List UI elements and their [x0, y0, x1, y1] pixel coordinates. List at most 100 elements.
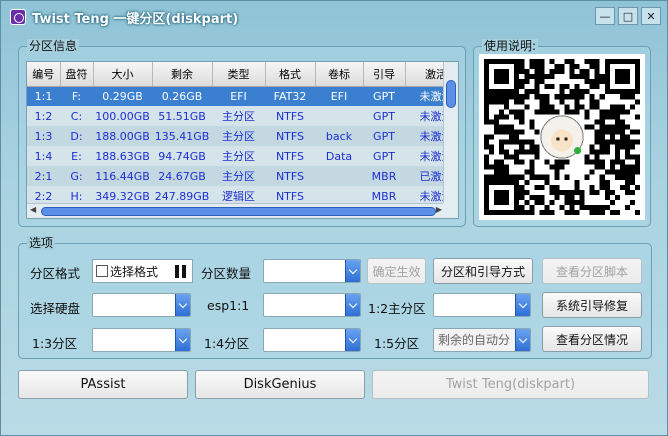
horizontal-scrollbar[interactable]: ◀ ▶: [27, 203, 445, 218]
minimize-button[interactable]: —: [595, 7, 615, 25]
table-cell: F:: [60, 86, 93, 106]
confirm-button[interactable]: 确定生效: [367, 258, 426, 284]
boot-repair-button[interactable]: 系统引导修复: [542, 292, 642, 318]
title-bar[interactable]: Twist Teng 一键分区(diskpart) — □ ✕: [1, 1, 667, 33]
table-cell: MBR: [363, 166, 405, 186]
table-cell: 24.67GB: [152, 166, 212, 186]
usage-label: 使用说明:: [482, 39, 539, 53]
column-header[interactable]: 卷标: [315, 62, 364, 87]
table-cell: 135.41GB: [152, 126, 212, 146]
table-cell: GPT: [363, 86, 405, 106]
primary-partition-2-select[interactable]: [433, 293, 531, 317]
table-cell: 188.63GB: [93, 146, 152, 166]
view-partitions-button[interactable]: 查看分区情况: [542, 326, 642, 352]
table-cell: FAT32: [265, 86, 315, 106]
table-cell: D:: [60, 126, 93, 146]
table-cell: 1:4: [27, 146, 60, 166]
table-cell: back: [315, 126, 363, 146]
table-cell: GPT: [363, 146, 405, 166]
qr-finder-center: [494, 69, 510, 85]
table-cell: 0.26GB: [152, 86, 212, 106]
chevron-down-icon[interactable]: [345, 294, 360, 316]
maximize-button[interactable]: □: [618, 7, 638, 25]
partition-table[interactable]: 编号 盘符 大小 剩余 类型 格式 卷标 引导 激活 1:1 F: 0.29GB 0.…: [26, 61, 459, 219]
partition-4-label: 1:4分区: [204, 336, 250, 351]
table-row[interactable]: 1:2 C: 100.00GB 51.51GB 主分区 NTFS GPT 未激活: [27, 106, 458, 126]
table-row[interactable]: 1:3 D: 188.00GB 135.41GB 主分区 NTFS back GPT 未激活: [27, 126, 458, 146]
column-header[interactable]: 盘符: [60, 62, 94, 87]
table-row[interactable]: 1:4 E: 188.63GB 94.74GB 主分区 NTFS Data GPT 未激活: [27, 146, 458, 166]
column-header[interactable]: 格式: [265, 62, 316, 87]
chevron-down-icon[interactable]: [515, 329, 530, 351]
column-header[interactable]: 类型: [212, 62, 266, 87]
window-title: Twist Teng 一键分区(diskpart): [32, 11, 239, 27]
table-cell: [315, 166, 363, 186]
table-cell: NTFS: [265, 106, 315, 126]
scroll-left-arrow-icon[interactable]: ◀: [30, 205, 36, 214]
pause-icon[interactable]: [175, 265, 187, 278]
table-cell: EFI: [315, 86, 363, 106]
table-cell: EFI: [212, 86, 265, 106]
scroll-corner: [443, 203, 458, 218]
diskgenius-button[interactable]: DiskGenius: [195, 370, 365, 399]
esp-size-select[interactable]: [263, 293, 361, 317]
chevron-down-icon[interactable]: [345, 260, 360, 282]
vertical-scrollbar[interactable]: [443, 62, 458, 203]
select-format-label: 选择格式: [110, 264, 159, 279]
qr-code-icon: [484, 59, 640, 215]
table-cell: 主分区: [212, 106, 265, 126]
table-header-row: 编号 盘符 大小 剩余 类型 格式 卷标 引导 激活: [27, 62, 458, 87]
partition-4-select[interactable]: [263, 328, 361, 352]
table-cell: 188.00GB: [93, 126, 152, 146]
table-cell: 51.51GB: [152, 106, 212, 126]
scroll-right-arrow-icon[interactable]: ▶: [436, 205, 442, 214]
column-header[interactable]: 大小: [93, 62, 153, 87]
view-partition-script-button[interactable]: 查看分区脚本: [542, 258, 642, 284]
chevron-down-icon[interactable]: [515, 294, 530, 316]
partition-format-label: 分区格式: [30, 266, 81, 281]
column-header[interactable]: 剩余: [152, 62, 213, 87]
chevron-down-icon[interactable]: [345, 329, 360, 351]
table-cell: 0.29GB: [93, 86, 152, 106]
chevron-down-icon[interactable]: [175, 294, 190, 316]
table-cell: Data: [315, 146, 363, 166]
table-cell: G:: [60, 166, 93, 186]
partition-3-select[interactable]: [92, 328, 191, 352]
table-cell: 1:2: [27, 106, 60, 126]
close-button[interactable]: ✕: [641, 7, 661, 25]
options-label: 选项: [27, 236, 56, 250]
partition-5-select[interactable]: 剩余的自动分: [433, 328, 531, 352]
table-row[interactable]: 2:1 G: 116.44GB 24.67GB 主分区 NTFS MBR 已激活: [27, 166, 458, 186]
table-cell: NTFS: [265, 126, 315, 146]
app-logo-icon: [10, 9, 26, 25]
table-row[interactable]: 1:1 F: 0.29GB 0.26GB EFI FAT32 EFI GPT 未激活: [27, 86, 458, 106]
chevron-down-icon[interactable]: [175, 329, 190, 351]
table-cell: C:: [60, 106, 93, 126]
table-cell: 1:1: [27, 86, 60, 106]
table-cell: 主分区: [212, 146, 265, 166]
table-cell: 1:3: [27, 126, 60, 146]
partition-boot-mode-button[interactable]: 分区和引导方式: [433, 258, 533, 284]
primary-partition-2-label: 1:2主分区: [368, 301, 426, 316]
partition-5-label: 1:5分区: [374, 336, 420, 351]
column-header[interactable]: 引导: [363, 62, 406, 87]
table-cell: 100.00GB: [93, 106, 152, 126]
table-cell: 2:1: [27, 166, 60, 186]
partition-3-label: 1:3分区: [32, 336, 78, 351]
app-window: Twist Teng 一键分区(diskpart) — □ ✕ 分区信息 编号 …: [0, 0, 668, 436]
select-format-checkbox[interactable]: [96, 265, 108, 277]
qr-code-image: [479, 54, 645, 220]
partition-info-label: 分区信息: [27, 39, 80, 53]
select-disk-select[interactable]: [92, 293, 191, 317]
select-format-field[interactable]: 选择格式: [92, 259, 193, 283]
table-cell: E:: [60, 146, 93, 166]
table-cell: 主分区: [212, 126, 265, 146]
table-cell: NTFS: [265, 166, 315, 186]
passist-button[interactable]: PAssist: [18, 370, 188, 399]
table-cell: GPT: [363, 106, 405, 126]
horizontal-scroll-thumb[interactable]: [41, 207, 436, 216]
twist-teng-diskpart-button[interactable]: Twist Teng(diskpart): [372, 370, 649, 399]
vertical-scroll-thumb[interactable]: [446, 80, 456, 108]
column-header[interactable]: 编号: [27, 62, 61, 87]
partition-count-select[interactable]: [263, 259, 361, 283]
